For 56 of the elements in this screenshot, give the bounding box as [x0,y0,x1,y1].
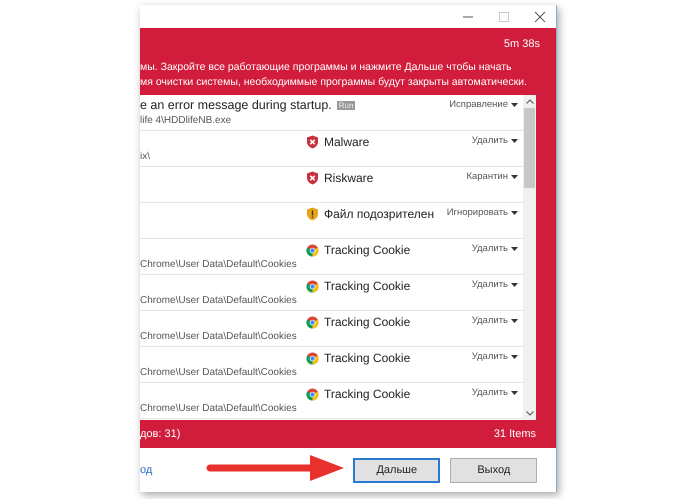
threat-name: Файл подозрителен [324,207,434,221]
browser-icon [306,244,319,256]
shield-warning-icon [306,207,319,221]
browser-icon [306,388,319,400]
summary-text: дов: 31) [140,428,180,440]
action-dropdown[interactable]: Исправление [449,99,518,110]
item-path: Chrome\User Data\Default\Cookies [140,258,298,270]
scroll-thumb[interactable] [524,108,535,188]
action-dropdown[interactable]: Удалить [472,135,518,146]
item-title: e an error message during startup. [140,98,332,112]
scroll-down-icon[interactable] [526,411,534,416]
caret-icon [511,318,518,322]
threat-name: Malware [324,135,370,149]
link[interactable]: од [140,464,152,476]
timer: 5m 38s [504,38,540,50]
item-path: Chrome\User Data\Default\Cookies [140,366,298,378]
caret-icon [511,390,518,394]
run-tag: Run [336,100,356,110]
threat-name: Tracking Cookie [324,279,410,293]
shield-cross-icon [306,135,319,149]
message-line: мы. Закройте все работающие программы и нажмите Дальше чтобы начать [140,60,513,75]
caret-icon [511,174,518,178]
caret-icon [511,246,518,250]
item-path: Chrome\User Data\Default\Cookies [140,294,298,306]
action-dropdown[interactable]: Удалить [472,351,518,362]
threat-name: Tracking Cookie [324,351,410,365]
scrollbar[interactable] [523,95,536,420]
shield-cross-icon [306,171,319,185]
threat-name: Riskware [324,171,374,185]
browser-icon [306,352,319,364]
dialog-button[interactable]: Дальше [353,458,440,482]
dialog-button[interactable]: Выход [450,458,538,482]
caret-icon [511,102,518,106]
action-dropdown[interactable]: Удалить [472,315,518,326]
action-dropdown[interactable]: Удалить [472,279,518,290]
item-path: Chrome\User Data\Default\Cookies [140,330,298,342]
threat-name: Tracking Cookie [324,243,410,257]
caret-icon [511,138,518,142]
item-count: 31 Items [494,428,536,440]
item-path: life 4\HDDlifeNB.exe [140,114,232,126]
caret-icon [511,354,518,358]
action-dropdown[interactable]: Удалить [472,387,518,398]
browser-icon [306,280,319,292]
item-path: Chrome\User Data\Default\Cookies [140,402,298,414]
browser-icon [306,316,319,328]
close-icon[interactable] [534,10,546,22]
threat-name: Tracking Cookie [324,387,410,401]
item-path: ix\ [140,150,151,162]
threat-name: Tracking Cookie [324,315,410,329]
caret-icon [511,210,518,214]
action-dropdown[interactable]: Карантин [466,171,518,182]
action-dropdown[interactable]: Удалить [472,243,518,254]
caret-icon [511,282,518,286]
scroll-up-icon[interactable] [526,99,534,104]
message-line: мя очистки системы, необходиммые программы будут закрыты автоматически. [140,75,528,90]
action-dropdown[interactable]: Игнорировать [446,207,518,218]
